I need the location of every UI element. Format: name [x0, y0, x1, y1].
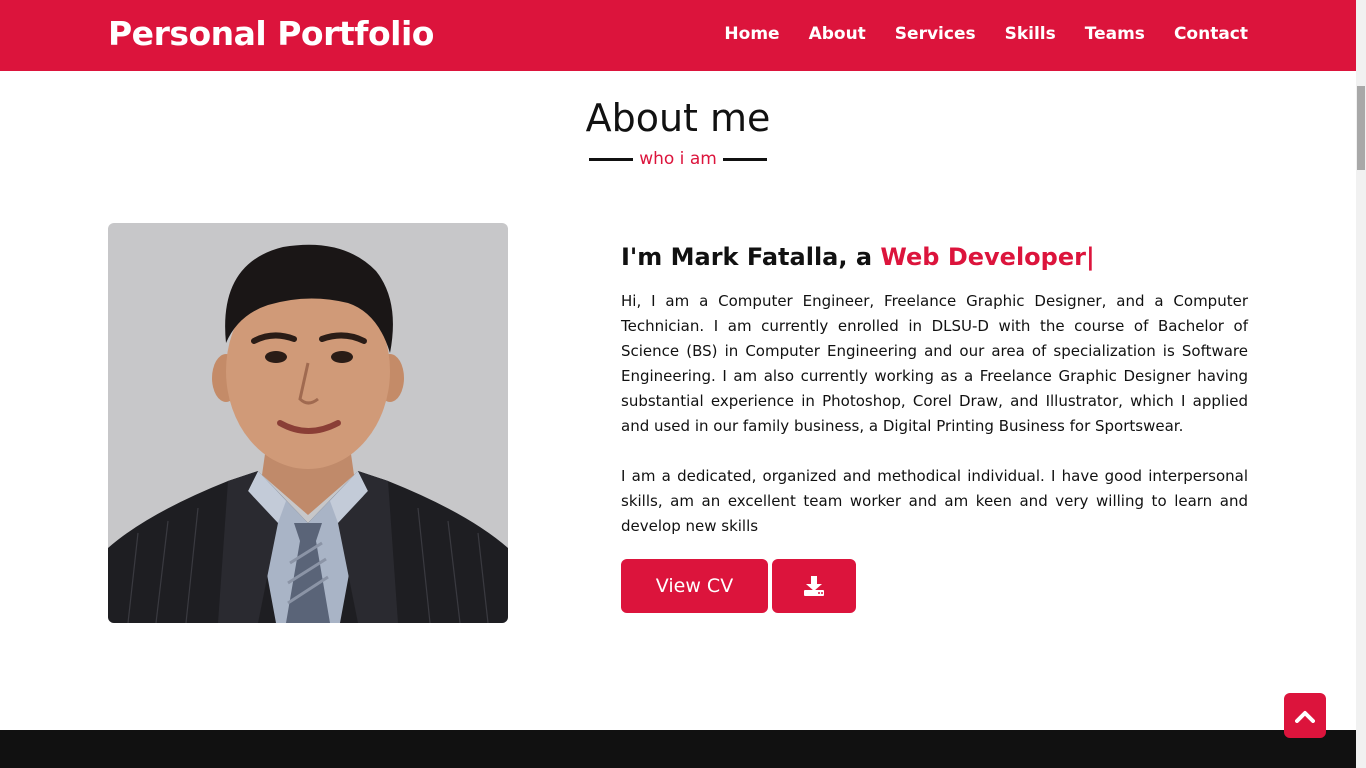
- nav-link-about[interactable]: About: [809, 24, 866, 44]
- nav-link-services[interactable]: Services: [895, 24, 976, 44]
- subtitle-line-left: [589, 157, 634, 161]
- nav-link-skills[interactable]: Skills: [1005, 24, 1056, 44]
- navbar: Personal Portfolio Home About Services S…: [0, 0, 1356, 71]
- nav-link-contact[interactable]: Contact: [1174, 24, 1248, 44]
- chevron-up-icon: [1295, 710, 1315, 723]
- intro-headline: I'm Mark Fatalla, a Web Developer|: [621, 243, 1095, 271]
- typed-role-text: Web Developer|: [880, 243, 1095, 271]
- nav-link-home[interactable]: Home: [724, 24, 779, 44]
- subtitle-line-right: [722, 157, 767, 161]
- page-scrollbar[interactable]: [1356, 0, 1366, 768]
- subtitle-text: who i am: [639, 149, 717, 169]
- download-cv-button[interactable]: [772, 559, 856, 613]
- scrollbar-thumb[interactable]: [1357, 86, 1365, 170]
- download-icon: [804, 576, 824, 596]
- bio-paragraph-1: Hi, I am a Computer Engineer, Freelance …: [621, 292, 1248, 435]
- footer: [0, 730, 1356, 768]
- section-subtitle: who i am: [0, 148, 1356, 170]
- section-title: About me: [585, 96, 771, 140]
- bio-paragraph-2: I am a dedicated, organized and methodic…: [621, 467, 1248, 535]
- brand-logo[interactable]: Personal Portfolio: [108, 14, 434, 53]
- view-cv-button[interactable]: View CV: [621, 559, 768, 613]
- nav-link-teams[interactable]: Teams: [1085, 24, 1145, 44]
- back-to-top-button[interactable]: [1284, 693, 1326, 738]
- profile-portrait-illustration: [108, 244, 508, 623]
- nav-menu: Home About Services Skills Teams Contact: [695, 24, 1248, 44]
- intro-name: I'm Mark Fatalla, a: [621, 243, 881, 271]
- profile-photo: [108, 223, 508, 623]
